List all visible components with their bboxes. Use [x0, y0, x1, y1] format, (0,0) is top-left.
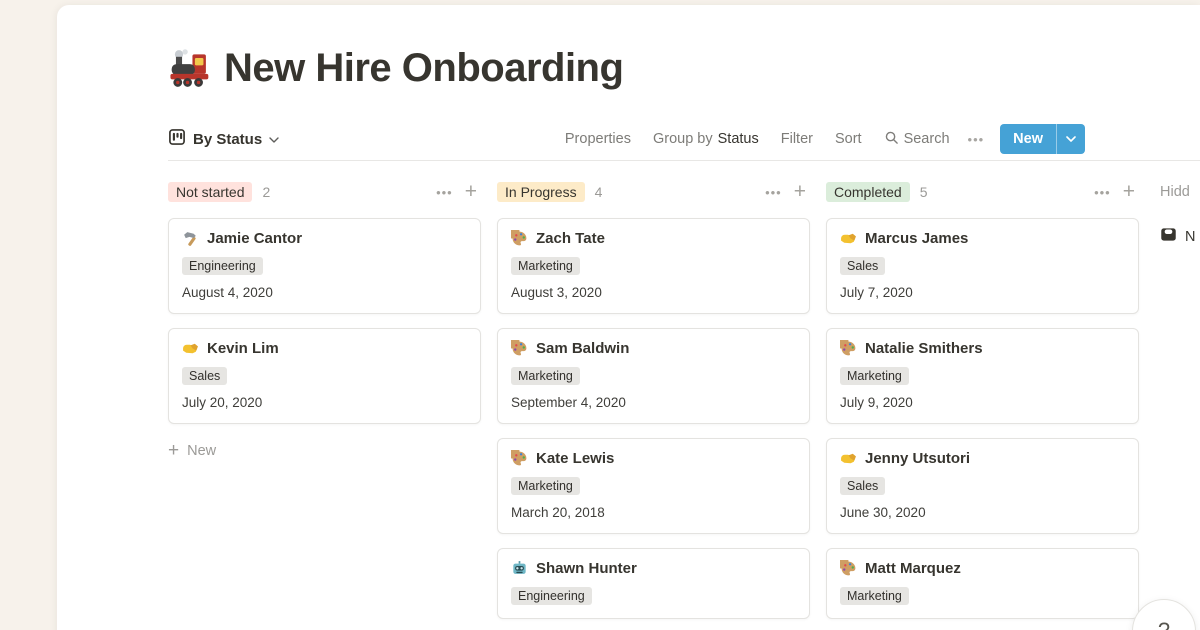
department-tag: Marketing [840, 587, 909, 605]
palette-icon [840, 560, 857, 577]
column-more-icon[interactable]: ••• [1094, 185, 1111, 200]
view-name: By Status [193, 131, 262, 148]
card-name: Sam Baldwin [536, 340, 629, 357]
column-header: Completed 5 ••• + [826, 180, 1139, 204]
card-count: 5 [920, 184, 928, 200]
card-shawn-hunter[interactable]: Shawn Hunter Engineering [497, 548, 810, 619]
start-date: August 3, 2020 [511, 285, 796, 300]
card-name: Jamie Cantor [207, 230, 302, 247]
status-badge[interactable]: In Progress [497, 182, 585, 202]
status-badge[interactable]: Not started [168, 182, 252, 202]
page-title[interactable]: New Hire Onboarding [224, 46, 623, 91]
toolbar-divider [168, 160, 1200, 161]
robot-icon [511, 560, 528, 577]
group-by-button[interactable]: Group by Status [653, 131, 759, 147]
board-column-completed: Completed 5 ••• + Marcus James Sales Jul… [826, 180, 1139, 619]
card-sam-baldwin[interactable]: Sam Baldwin Marketing September 4, 2020 [497, 328, 810, 424]
palette-icon [840, 340, 857, 357]
palette-icon [511, 340, 528, 357]
hidden-group-row[interactable]: N [1160, 226, 1200, 248]
handshake-icon [840, 450, 857, 467]
board-column-in-progress: In Progress 4 ••• + Zach Tate Marketing … [497, 180, 810, 619]
card-count: 4 [595, 184, 603, 200]
handshake-icon [840, 230, 857, 247]
column-add-icon[interactable]: + [794, 182, 806, 202]
chevron-down-icon [269, 130, 279, 148]
add-card-button[interactable]: + New [168, 440, 481, 462]
view-switcher[interactable]: By Status [168, 128, 279, 151]
locomotive-emoji [168, 47, 212, 91]
more-options-icon[interactable]: ••• [968, 132, 985, 147]
column-more-icon[interactable]: ••• [436, 185, 453, 200]
start-date: June 30, 2020 [840, 505, 1125, 520]
toolbar-actions: Properties Group by Status Filter Sort S… [543, 124, 1085, 154]
start-date: August 4, 2020 [182, 285, 467, 300]
card-name: Marcus James [865, 230, 968, 247]
card-name: Jenny Utsutori [865, 450, 970, 467]
department-tag: Sales [182, 367, 227, 385]
department-tag: Marketing [840, 367, 909, 385]
palette-icon [511, 230, 528, 247]
board-column-not-started: Not started 2 ••• + Jamie Cantor Enginee… [168, 180, 481, 462]
start-date: March 20, 2018 [511, 505, 796, 520]
column-add-icon[interactable]: + [1123, 182, 1135, 202]
card-zach-tate[interactable]: Zach Tate Marketing August 3, 2020 [497, 218, 810, 314]
card-jenny-utsutori[interactable]: Jenny Utsutori Sales June 30, 2020 [826, 438, 1139, 534]
card-name: Natalie Smithers [865, 340, 983, 357]
column-more-icon[interactable]: ••• [765, 185, 782, 200]
view-toolbar: By Status Properties Group by Status Fil… [168, 122, 1085, 156]
department-tag: Engineering [182, 257, 263, 275]
handshake-icon [182, 340, 199, 357]
board-view-icon [168, 128, 186, 151]
department-tag: Sales [840, 477, 885, 495]
column-header: In Progress 4 ••• + [497, 180, 810, 204]
card-name: Kate Lewis [536, 450, 614, 467]
filter-button[interactable]: Filter [781, 131, 813, 147]
start-date: July 9, 2020 [840, 395, 1125, 410]
card-natalie-smithers[interactable]: Natalie Smithers Marketing July 9, 2020 [826, 328, 1139, 424]
start-date: July 20, 2020 [182, 395, 467, 410]
palette-icon [511, 450, 528, 467]
plus-icon: + [168, 440, 179, 462]
inbox-icon [1160, 226, 1177, 248]
card-count: 2 [262, 184, 270, 200]
card-jamie-cantor[interactable]: Jamie Cantor Engineering August 4, 2020 [168, 218, 481, 314]
card-name: Zach Tate [536, 230, 605, 247]
card-kate-lewis[interactable]: Kate Lewis Marketing March 20, 2018 [497, 438, 810, 534]
department-tag: Marketing [511, 477, 580, 495]
new-button[interactable]: New [1000, 124, 1085, 154]
search-button[interactable]: Search [884, 130, 950, 149]
properties-button[interactable]: Properties [565, 131, 631, 147]
card-name: Shawn Hunter [536, 560, 637, 577]
card-name: Kevin Lim [207, 340, 279, 357]
department-tag: Marketing [511, 257, 580, 275]
department-tag: Marketing [511, 367, 580, 385]
department-tag: Sales [840, 257, 885, 275]
page-header: New Hire Onboarding [168, 46, 623, 91]
card-matt-marquez[interactable]: Matt Marquez Marketing [826, 548, 1139, 619]
department-tag: Engineering [511, 587, 592, 605]
card-marcus-james[interactable]: Marcus James Sales July 7, 2020 [826, 218, 1139, 314]
column-header: Not started 2 ••• + [168, 180, 481, 204]
card-kevin-lim[interactable]: Kevin Lim Sales July 20, 2020 [168, 328, 481, 424]
search-icon [884, 130, 899, 149]
sort-button[interactable]: Sort [835, 131, 862, 147]
start-date: September 4, 2020 [511, 395, 796, 410]
status-badge[interactable]: Completed [826, 182, 910, 202]
hidden-groups-toggle[interactable]: Hidd [1160, 180, 1200, 204]
card-name: Matt Marquez [865, 560, 961, 577]
start-date: July 7, 2020 [840, 285, 1125, 300]
hidden-groups-section: Hidd N [1160, 180, 1200, 248]
hammer-icon [182, 230, 199, 247]
chevron-down-icon[interactable] [1057, 136, 1085, 142]
column-add-icon[interactable]: + [465, 182, 477, 202]
